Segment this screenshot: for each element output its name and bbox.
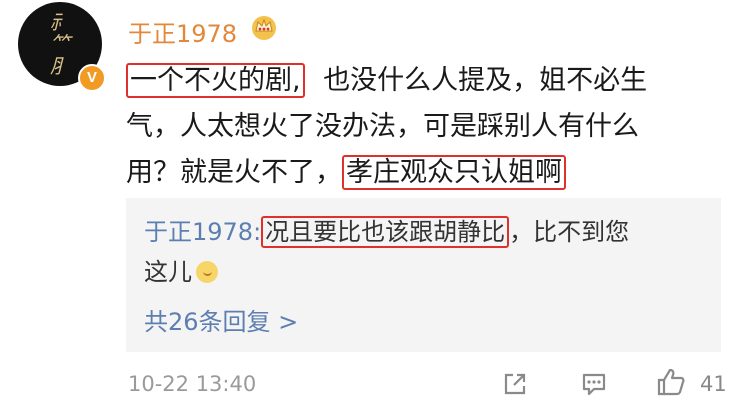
reply-username[interactable]: 于正1978:: [144, 218, 261, 246]
verified-badge: V: [78, 64, 106, 92]
comment-icon[interactable]: [580, 370, 608, 398]
thumbs-up-icon[interactable]: [655, 366, 687, 398]
comment-text-line3: 用？就是火不了，: [126, 157, 342, 188]
highlight-box: 况且要比也该跟胡静比: [261, 216, 510, 248]
comment-text-line2: 气，人太想火了没办法，可是踩别人有什么: [126, 111, 639, 142]
crown-icon: [252, 16, 276, 40]
comment-text-line1: 也没什么人提及，姐不必生: [323, 65, 648, 96]
comment-text: 一个不火的剧, 也没什么人提及，姐不必生 气，人太想火了没办法，可是踩别人有什么…: [126, 58, 726, 196]
reply-box[interactable]: 于正1978: 况且要比也该跟胡静比 ，比不到您 这儿 共26条回复 >: [126, 198, 721, 352]
comment-username[interactable]: 于正1978: [128, 14, 237, 49]
reply-count-link[interactable]: 共26条回复 >: [144, 302, 298, 337]
highlight-box: 一个不火的剧,: [126, 63, 305, 98]
timestamp: 10-22 13:40: [128, 372, 257, 396]
smile-emoji-icon: [196, 261, 218, 283]
reply-text-rest: ，比不到您: [509, 218, 630, 246]
like-count: 41: [700, 372, 727, 396]
reply-text: 于正1978: 况且要比也该跟胡静比 ，比不到您 这儿: [144, 212, 714, 292]
share-icon[interactable]: [501, 370, 529, 398]
reply-text-line2: 这儿: [144, 258, 192, 286]
highlight-box: 孝庄观众只认姐啊: [342, 155, 566, 190]
